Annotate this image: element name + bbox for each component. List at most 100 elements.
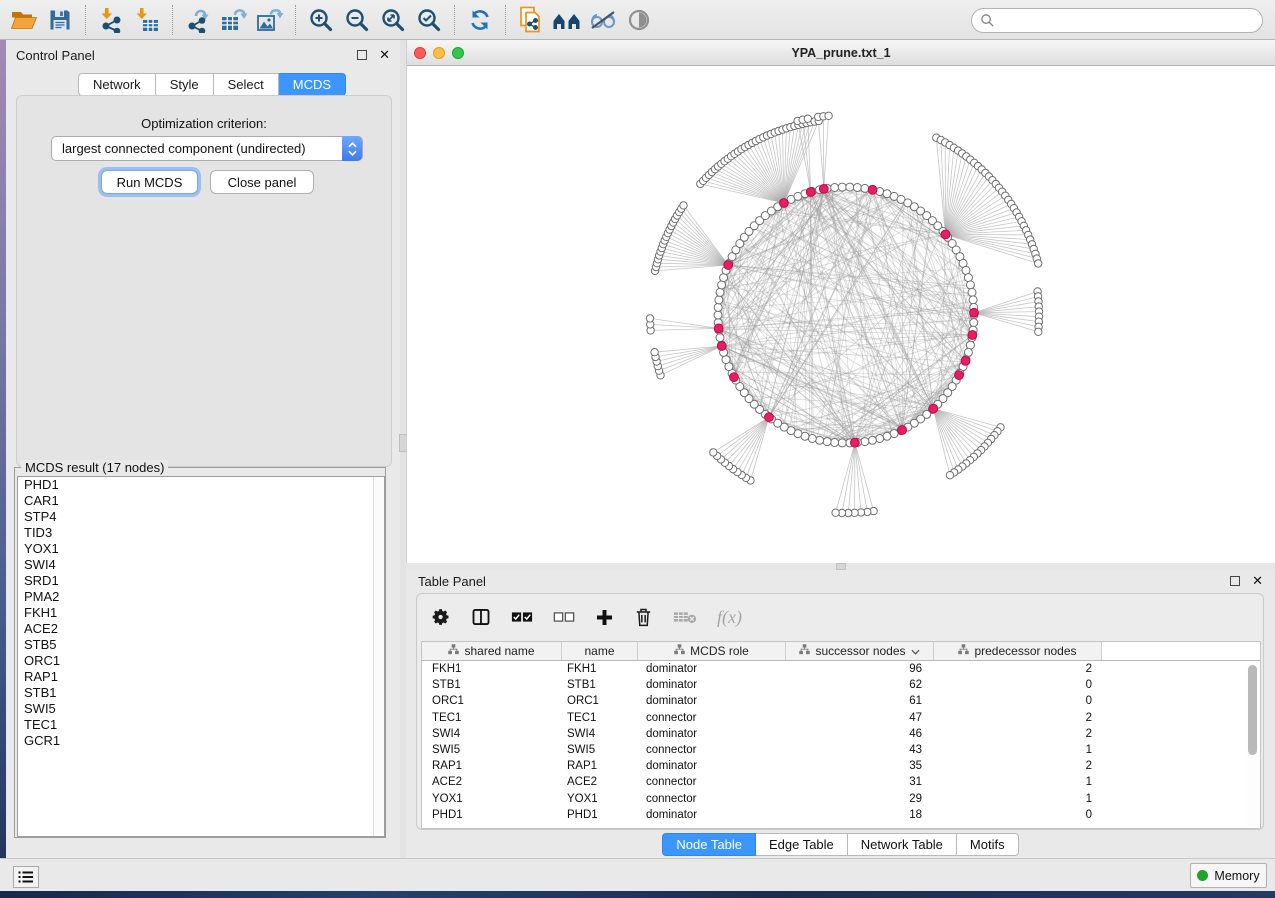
network-canvas[interactable] xyxy=(407,66,1275,563)
column-header-name[interactable]: name xyxy=(562,642,638,660)
table-cell[interactable]: ORC1 xyxy=(422,693,562,709)
table-cell[interactable]: 2 xyxy=(934,710,1102,726)
mcds-result-item[interactable]: STB1 xyxy=(18,685,384,701)
export-image-button[interactable] xyxy=(252,3,288,37)
tab-mcds[interactable]: MCDS xyxy=(279,73,346,96)
task-history-button[interactable] xyxy=(13,866,39,888)
function-builder-button[interactable]: f(x) xyxy=(717,607,742,628)
horizontal-split-divider[interactable] xyxy=(406,563,1275,570)
show-columns-button[interactable] xyxy=(471,607,491,627)
table-cell[interactable]: 1 xyxy=(934,774,1102,790)
mcds-result-item[interactable]: PHD1 xyxy=(18,477,384,493)
table-cell[interactable]: PHD1 xyxy=(562,807,638,823)
table-scrollbar-thumb[interactable] xyxy=(1248,665,1257,755)
table-cell[interactable]: dominator xyxy=(638,677,786,693)
run-mcds-button[interactable]: Run MCDS xyxy=(101,170,198,194)
table-cell[interactable]: TEC1 xyxy=(422,710,562,726)
tab-network[interactable]: Network xyxy=(78,73,156,96)
table-cell[interactable]: STB1 xyxy=(562,677,638,693)
mcds-result-item[interactable]: SWI4 xyxy=(18,557,384,573)
mcds-result-item[interactable]: GCR1 xyxy=(18,733,384,749)
table-row[interactable]: RAP1RAP1dominator352 xyxy=(422,758,1260,774)
table-cell[interactable]: 2 xyxy=(934,661,1102,677)
mcds-result-item[interactable]: RAP1 xyxy=(18,669,384,685)
tab-edge-table[interactable]: Edge Table xyxy=(756,833,848,856)
table-cell[interactable]: connector xyxy=(638,791,786,807)
delete-button[interactable] xyxy=(634,607,653,627)
refresh-button[interactable] xyxy=(462,3,498,37)
table-cell[interactable]: connector xyxy=(638,774,786,790)
save-session-button[interactable] xyxy=(42,3,78,37)
table-cell[interactable]: connector xyxy=(638,710,786,726)
table-cell[interactable]: STB1 xyxy=(422,677,562,693)
table-cell[interactable]: 0 xyxy=(934,807,1102,823)
zoom-in-button[interactable] xyxy=(303,3,339,37)
mcds-result-item[interactable]: STB5 xyxy=(18,637,384,653)
table-row[interactable]: ORC1ORC1dominator610 xyxy=(422,693,1260,709)
column-header-shared-name[interactable]: shared name xyxy=(422,642,562,660)
divider-grip[interactable] xyxy=(836,563,846,570)
table-cell[interactable]: dominator xyxy=(638,693,786,709)
select-all-button[interactable] xyxy=(511,610,533,624)
table-cell[interactable]: SWI5 xyxy=(562,742,638,758)
table-mode-gear-button[interactable] xyxy=(431,607,451,627)
close-panel-icon[interactable]: ✕ xyxy=(379,50,390,60)
table-cell[interactable]: RAP1 xyxy=(562,758,638,774)
table-cell[interactable]: FKH1 xyxy=(562,661,638,677)
mcds-result-item[interactable]: STP4 xyxy=(18,509,384,525)
table-cell[interactable]: 2 xyxy=(934,726,1102,742)
column-header-MCDS-role[interactable]: MCDS role xyxy=(638,642,786,660)
table-cell[interactable]: 61 xyxy=(786,693,934,709)
float-window-icon[interactable] xyxy=(1230,576,1240,586)
search-input[interactable] xyxy=(995,14,1262,28)
memory-button[interactable]: Memory xyxy=(1190,863,1267,888)
table-cell[interactable]: ACE2 xyxy=(562,774,638,790)
tab-motifs[interactable]: Motifs xyxy=(957,833,1019,856)
mcds-result-item[interactable]: ACE2 xyxy=(18,621,384,637)
zoom-selected-button[interactable] xyxy=(411,3,447,37)
mcds-result-item[interactable]: PMA2 xyxy=(18,589,384,605)
import-network-button[interactable] xyxy=(93,3,129,37)
table-row[interactable]: SWI5SWI5connector431 xyxy=(422,742,1260,758)
tab-select[interactable]: Select xyxy=(214,73,279,96)
close-panel-icon[interactable]: ✕ xyxy=(1252,576,1263,586)
table-cell[interactable]: 31 xyxy=(786,774,934,790)
mcds-result-item[interactable]: YOX1 xyxy=(18,541,384,557)
binoculars-button[interactable] xyxy=(549,3,585,37)
hide-glasses-button[interactable] xyxy=(585,3,621,37)
tab-network-table[interactable]: Network Table xyxy=(848,833,957,856)
table-row[interactable]: ACE2ACE2connector311 xyxy=(422,774,1260,790)
table-cell[interactable]: 1 xyxy=(934,791,1102,807)
table-cell[interactable]: 47 xyxy=(786,710,934,726)
table-row[interactable]: YOX1YOX1connector291 xyxy=(422,791,1260,807)
column-header-predecessor-nodes[interactable]: predecessor nodes xyxy=(934,642,1102,660)
table-cell[interactable]: ACE2 xyxy=(422,774,562,790)
table-cell[interactable]: 1 xyxy=(934,742,1102,758)
table-cell[interactable]: connector xyxy=(638,742,786,758)
table-cell[interactable]: 0 xyxy=(934,677,1102,693)
table-row[interactable]: STB1STB1dominator620 xyxy=(422,677,1260,693)
table-cell[interactable]: PHD1 xyxy=(422,807,562,823)
table-cell[interactable]: RAP1 xyxy=(422,758,562,774)
table-cell[interactable]: 2 xyxy=(934,758,1102,774)
table-cell[interactable]: SWI4 xyxy=(422,726,562,742)
table-cell[interactable]: dominator xyxy=(638,661,786,677)
optimization-criterion-select[interactable]: largest connected component (undirected) xyxy=(51,136,363,161)
column-header-successor-nodes[interactable]: successor nodes xyxy=(786,642,934,660)
table-cell[interactable]: 46 xyxy=(786,726,934,742)
open-file-button[interactable] xyxy=(6,3,42,37)
table-cell[interactable]: TEC1 xyxy=(562,710,638,726)
table-cell[interactable]: SWI5 xyxy=(422,742,562,758)
table-row[interactable]: SWI4SWI4dominator462 xyxy=(422,726,1260,742)
float-window-icon[interactable] xyxy=(357,50,367,60)
tab-node-table[interactable]: Node Table xyxy=(662,833,756,856)
table-cell[interactable]: 18 xyxy=(786,807,934,823)
mcds-result-item[interactable]: FKH1 xyxy=(18,605,384,621)
export-table-button[interactable] xyxy=(216,3,252,37)
delete-table-button[interactable] xyxy=(673,609,697,625)
table-cell[interactable]: dominator xyxy=(638,758,786,774)
mcds-list-scrollbar[interactable] xyxy=(373,477,384,836)
mcds-result-item[interactable]: TEC1 xyxy=(18,717,384,733)
table-cell[interactable]: YOX1 xyxy=(422,791,562,807)
table-cell[interactable]: SWI4 xyxy=(562,726,638,742)
